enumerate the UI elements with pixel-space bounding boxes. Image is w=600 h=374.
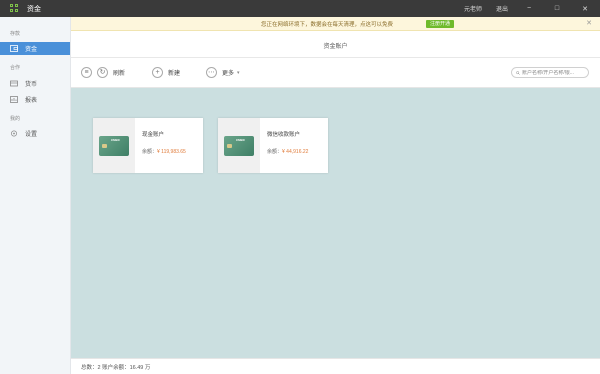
refresh-icon: ↻ [97,67,108,78]
minimize-icon[interactable]: − [522,5,536,12]
sidebar-item-label: 设置 [25,132,38,138]
gear-icon [11,130,17,137]
sidebar-item-label: 资金 [25,47,38,53]
notice-close-icon[interactable]: ✕ [586,19,592,27]
sidebar-item-report[interactable]: 报表 [0,93,70,106]
sidebar-group-label: 我的 [10,116,21,122]
close-window-icon[interactable]: ✕ [578,5,592,13]
search-box[interactable] [511,67,589,78]
account-card-image: CMBC [218,118,260,173]
bank-card-icon: CMBC [224,135,254,156]
refresh-button[interactable]: ↻ 刷新 [97,67,125,78]
sidebar-item-settings[interactable]: 设置 [0,127,70,140]
more-button[interactable]: ⋯ 更多 ▾ [206,67,240,78]
money-icon [10,80,18,87]
card-brand: CMBC [236,137,245,142]
status-bar: 总数：2 账户余额：16.49 万 [71,358,600,374]
account-name: 微信收款账户 [267,132,301,138]
app-title: 资金 [27,6,41,13]
sidebar-item-label: 报表 [25,98,38,104]
sidebar-item-currency[interactable]: 货币 [0,77,70,90]
logout-link[interactable]: 退出 [496,4,508,13]
search-input[interactable] [522,69,588,76]
more-label: 更多 [222,71,235,77]
search-icon [516,70,520,75]
notice-bar: 您正在网络环境下，数据会在每天清理，点这可以免费 注册开通 ✕ [71,17,600,31]
notice-register-button[interactable]: 注册开通 [426,20,454,28]
bank-card-icon: CMBC [99,135,129,156]
chevron-down-icon: ▾ [237,69,240,76]
app-logo-icon [10,4,19,13]
wallet-icon [10,45,18,52]
toolbar: ≡ ↻ 刷新 + 新建 ⋯ 更多 ▾ [71,58,600,88]
sidebar-group-label: 合作 [10,65,21,71]
user-link[interactable]: 元老师 [464,4,482,13]
add-label: 新建 [168,71,181,77]
sidebar-item-funds[interactable]: 资金 [0,42,70,55]
page-header: 资金账户 [71,31,600,58]
sidebar: 存款 资金 合作 货币 报表 我的 设置 [0,17,71,374]
account-card-image: CMBC [93,118,135,173]
more-icon: ⋯ [206,67,217,78]
sidebar-group-label: 存款 [10,31,21,37]
account-name: 现金账户 [142,132,165,138]
menu-icon: ≡ [81,67,92,78]
status-text: 总数：2 账户余额：16.49 万 [81,365,151,371]
plus-icon: + [152,67,163,78]
report-icon [10,96,18,103]
title-bar: 资金 元老师 退出 − □ ✕ [0,0,600,17]
page-title: 资金账户 [323,44,348,50]
account-balance: 余额：¥ 119,983.65 [142,149,186,155]
account-card[interactable]: CMBC 微信收款账户 余额：¥ 44,916.22 [218,118,328,173]
sidebar-item-label: 货币 [25,82,38,88]
maximize-icon[interactable]: □ [550,5,564,12]
menu-button[interactable]: ≡ [81,67,97,78]
refresh-label: 刷新 [113,71,126,77]
account-balance: 余额：¥ 44,916.22 [267,149,309,155]
accounts-area: CMBC 现金账户 余额：¥ 119,983.65 CMBC 微信收款账户 余额… [71,88,600,358]
card-brand: CMBC [111,137,120,142]
notice-text: 您正在网络环境下，数据会在每天清理，点这可以免费 [261,22,394,28]
account-card[interactable]: CMBC 现金账户 余额：¥ 119,983.65 [93,118,203,173]
add-button[interactable]: + 新建 [152,67,180,78]
